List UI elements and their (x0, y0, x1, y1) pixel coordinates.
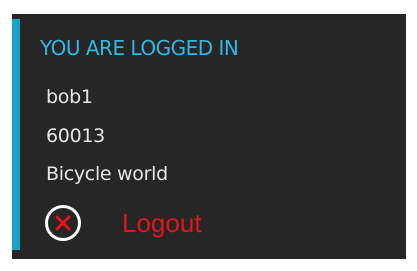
store-name-label: Bicycle world (46, 163, 168, 185)
logout-label[interactable]: Logout (122, 208, 202, 239)
username-label: bob1 (46, 86, 93, 108)
user-id-label: 60013 (46, 125, 105, 147)
close-circle-icon[interactable] (44, 204, 82, 242)
accent-bar (12, 19, 20, 250)
logout-button[interactable]: Logout (44, 203, 202, 243)
login-status-heading: YOU ARE LOGGED IN (40, 36, 239, 60)
